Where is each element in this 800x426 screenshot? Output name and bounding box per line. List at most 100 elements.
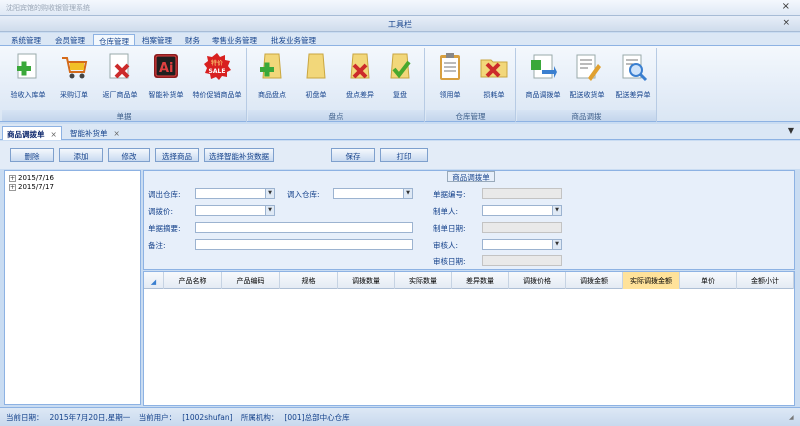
maker-select[interactable]: ▼	[482, 205, 562, 216]
product-grid[interactable]	[143, 271, 795, 406]
delivery-variance-button[interactable]: 配送差异单	[609, 50, 657, 102]
chevron-down-icon[interactable]: ▼	[265, 189, 274, 198]
tab-menu-chevron-icon[interactable]: ▼	[788, 126, 794, 135]
chevron-down-icon[interactable]: ▼	[552, 206, 561, 215]
col-product-name[interactable]: 产品名称	[164, 272, 222, 289]
status-user: [1002shufan]	[182, 413, 233, 422]
requisition-button[interactable]: 领用单	[426, 50, 474, 102]
toolbar-close-icon[interactable]: ×	[782, 18, 790, 28]
stocktake-button[interactable]: 商品盘点	[248, 50, 296, 102]
expand-icon[interactable]: +	[9, 183, 16, 191]
requisition-label: 领用单	[439, 91, 461, 99]
ribbon-group-documents: 验收入库单 采购订单 返厂商品单 Ai 智能补货单 特价 SALE 特价促销商品单	[2, 48, 247, 122]
col-variance-qty[interactable]: 差异数量	[452, 272, 509, 289]
return-to-vendor-button[interactable]: 返厂商品单	[96, 50, 144, 102]
remark-field[interactable]	[195, 239, 413, 250]
print-button[interactable]: 打印	[380, 148, 428, 162]
in-warehouse-select[interactable]: ▼	[333, 188, 413, 199]
tab-close-icon[interactable]: ×	[51, 130, 57, 139]
action-bar: 删除 添加 修改 选择商品 选择智能补货数据 保存 打印	[0, 141, 800, 169]
transfer-price-select[interactable]: ▼	[195, 205, 275, 216]
select-product-button[interactable]: 选择商品	[155, 148, 199, 162]
stocktake-label: 商品盘点	[258, 91, 286, 99]
ribbon-group-warehouse: 领用单 损耗单 仓库管理	[426, 48, 516, 122]
ribbon-group-warehouse-label: 仓库管理	[426, 110, 515, 121]
col-actual-transfer-amount[interactable]: 实际调拨金额	[623, 272, 680, 289]
receive-stock-label: 验收入库单	[10, 91, 46, 99]
sale-badge-top: 特价	[211, 59, 223, 67]
edit-button[interactable]: 修改	[108, 148, 150, 162]
make-date-field[interactable]	[482, 222, 562, 233]
form-legend: 商品调拨单	[447, 171, 495, 182]
special-promo-button[interactable]: 特价 SALE 特价促销商品单	[190, 50, 244, 102]
tree-node[interactable]: +2015/7/17	[9, 183, 54, 191]
recount-button[interactable]: 复盘	[376, 50, 424, 102]
tree-node-label: 2015/7/16	[18, 174, 54, 182]
initial-count-label: 初盘单	[305, 91, 327, 99]
ai-icon: Ai	[151, 52, 181, 82]
col-unit-price[interactable]: 单价	[680, 272, 737, 289]
delete-button[interactable]: 删除	[10, 148, 54, 162]
remark-label: 备注:	[148, 241, 166, 250]
expand-icon[interactable]: +	[9, 174, 16, 182]
receive-stock-button[interactable]: 验收入库单	[4, 50, 52, 102]
document-add-icon	[13, 52, 43, 82]
ribbon-panel: 验收入库单 采购订单 返厂商品单 Ai 智能补货单 特价 SALE 特价促销商品单	[0, 45, 800, 122]
add-button[interactable]: 添加	[59, 148, 103, 162]
ribbon-group-documents-label: 单据	[2, 110, 246, 121]
audit-date-field[interactable]	[482, 255, 562, 266]
tab-transfer-order[interactable]: 商品调拨单 ×	[2, 126, 62, 140]
chevron-down-icon[interactable]: ▼	[552, 240, 561, 249]
audit-date-label: 审核日期:	[433, 257, 466, 266]
tree-node-label: 2015/7/17	[18, 183, 54, 191]
chevron-down-icon[interactable]: ▼	[265, 206, 274, 215]
delivery-receipt-label: 配送收货单	[569, 91, 605, 99]
maker-label: 制单人:	[433, 207, 459, 216]
col-transfer-qty[interactable]: 调拨数量	[338, 272, 395, 289]
col-transfer-price[interactable]: 调拨价格	[509, 272, 566, 289]
col-amount-subtotal[interactable]: 金额小计	[737, 272, 794, 289]
sale-badge-icon: 特价 SALE	[202, 52, 232, 82]
out-warehouse-select[interactable]: ▼	[195, 188, 275, 199]
smart-replenish-label: 智能补货单	[148, 91, 184, 99]
auditor-label: 审核人:	[433, 241, 459, 250]
make-date-label: 制单日期:	[433, 224, 466, 233]
initial-count-button[interactable]: 初盘单	[292, 50, 340, 102]
loss-report-button[interactable]: 损耗单	[470, 50, 518, 102]
window-close-icon[interactable]: ×	[782, 1, 790, 12]
special-promo-label: 特价促销商品单	[192, 91, 242, 99]
receipt-icon	[572, 52, 602, 82]
ribbon-group-transfer: 商品调拨单 配送收货单 配送差异单 商品调拨	[517, 48, 657, 122]
transfer-icon	[528, 52, 558, 82]
auditor-select[interactable]: ▼	[482, 239, 562, 250]
svg-text:Ai: Ai	[159, 61, 174, 76]
ribbon-group-transfer-label: 商品调拨	[517, 110, 656, 121]
doc-no-field[interactable]	[482, 188, 562, 199]
chevron-down-icon[interactable]: ▼	[403, 189, 412, 198]
status-org-label: 所属机构：	[240, 413, 279, 422]
broken-folder-icon	[479, 52, 509, 82]
transfer-order-label: 商品调拨单	[525, 91, 561, 99]
tree-node[interactable]: +2015/7/16	[9, 174, 54, 182]
folder-check-icon	[385, 52, 415, 82]
col-actual-qty[interactable]: 实际数量	[395, 272, 452, 289]
col-spec[interactable]: 规格	[280, 272, 338, 289]
tab-smart-replenish[interactable]: 智能补货单 ×	[66, 126, 124, 140]
delivery-receipt-button[interactable]: 配送收货单	[563, 50, 611, 102]
ribbon-group-stocktake-label: 盘点	[248, 110, 424, 121]
tab-smart-replenish-label: 智能补货单	[70, 129, 108, 138]
select-smart-data-button[interactable]: 选择智能补货数据	[204, 148, 274, 162]
transfer-form	[143, 170, 795, 270]
summary-field[interactable]	[195, 222, 413, 233]
col-transfer-amount[interactable]: 调拨金额	[566, 272, 623, 289]
purchase-order-button[interactable]: 采购订单	[50, 50, 98, 102]
smart-replenish-button[interactable]: Ai 智能补货单	[142, 50, 190, 102]
resize-grip-icon[interactable]: ◢	[789, 414, 797, 422]
row-selector-icon[interactable]: ◢	[144, 272, 164, 289]
tab-close-icon[interactable]: ×	[114, 129, 120, 138]
date-tree: +2015/7/16 +2015/7/17	[4, 170, 141, 405]
doc-no-label: 单据编号:	[433, 190, 466, 199]
col-product-code[interactable]: 产品编码	[222, 272, 280, 289]
save-button[interactable]: 保存	[331, 148, 375, 162]
transfer-order-button[interactable]: 商品调拨单	[519, 50, 567, 102]
